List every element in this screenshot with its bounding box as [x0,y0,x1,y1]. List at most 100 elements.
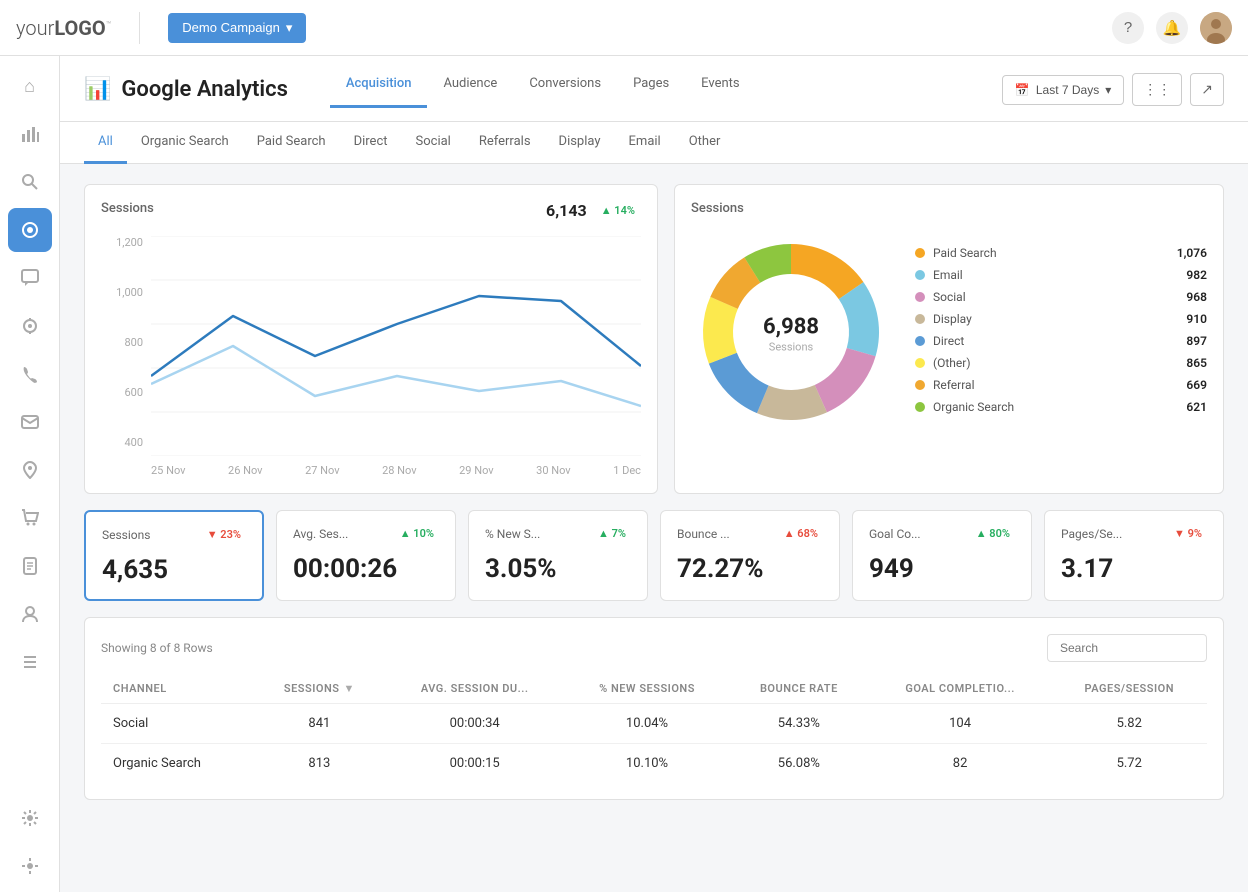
table-cell: 813 [254,744,384,784]
date-picker-button[interactable]: 📅 Last 7 Days ▾ [1002,75,1124,105]
help-button[interactable]: ? [1112,12,1144,44]
sidebar-item-home[interactable]: ⌂ [8,64,52,108]
charts-row: Sessions 6,143 ▲ 14% 1,2001,000800600400 [84,184,1224,494]
x-label: 25 Nov [151,464,185,477]
kpi-card[interactable]: Goal Co... ▲ 80% 949 [852,510,1032,601]
kpi-value: 00:00:26 [293,554,439,584]
y-label: 600 [101,386,143,399]
table-cell: 104 [869,704,1052,744]
sidebar-item-users[interactable] [8,592,52,636]
kpi-card[interactable]: % New S... ▲ 7% 3.05% [468,510,648,601]
kpi-card[interactable]: Bounce ... ▲ 68% 72.27% [660,510,840,601]
sub-tab-organic-search[interactable]: Organic Search [127,122,243,164]
kpi-card[interactable]: Sessions ▼ 23% 4,635 [84,510,264,601]
chart-value: 6,143 [546,201,587,220]
sidebar-item-list[interactable] [8,640,52,684]
sub-tab-direct[interactable]: Direct [340,122,402,164]
chart-view-button[interactable]: ⋮⋮ [1132,73,1182,106]
chart-trend: ▲ 14% [595,202,641,219]
x-label: 1 Dec [613,464,641,477]
kpi-value: 72.27% [677,554,823,584]
kpi-value: 4,635 [102,555,246,585]
table-column-header: BOUNCE RATE [729,674,869,704]
sidebar-item-phone[interactable] [8,352,52,396]
table-cell: 00:00:15 [384,744,564,784]
x-label: 30 Nov [536,464,570,477]
y-label: 1,200 [101,236,143,249]
kpi-row: Sessions ▼ 23% 4,635 Avg. Ses... ▲ 10% 0… [84,510,1224,601]
notifications-button[interactable]: 🔔 [1156,12,1188,44]
sub-tab-email[interactable]: Email [615,122,675,164]
y-label: 1,000 [101,286,143,299]
tab-audience[interactable]: Audience [427,72,513,108]
chart-title: Sessions [101,201,154,216]
legend-label: Display [933,312,972,326]
sidebar-item-pulse[interactable] [8,208,52,252]
table-cell: 00:00:34 [384,704,564,744]
sidebar-item-reports[interactable] [8,544,52,588]
donut-chart-header: Sessions [691,201,1207,216]
avatar-image [1200,12,1232,44]
legend-item: Referral 669 [915,378,1207,392]
sub-tab-referrals[interactable]: Referrals [465,122,545,164]
legend-item: Direct 897 [915,334,1207,348]
sidebar-item-location[interactable] [8,448,52,492]
page-header-top: 📊 Google Analytics AcquisitionAudienceCo… [84,72,1224,107]
sidebar-item-insights[interactable] [8,304,52,348]
x-label: 28 Nov [382,464,416,477]
table-cell: 54.33% [729,704,869,744]
tab-acquisition[interactable]: Acquisition [330,72,428,108]
sidebar: ⌂ [0,56,60,892]
sub-tab-all[interactable]: All [84,122,127,164]
sidebar-item-search[interactable] [8,160,52,204]
table-cell: 10.04% [565,704,729,744]
legend-item: Organic Search 621 [915,400,1207,414]
sub-tab-social[interactable]: Social [402,122,465,164]
table-column-header: CHANNEL [101,674,254,704]
kpi-label: Goal Co... [869,527,921,541]
x-label: 26 Nov [228,464,262,477]
legend-value: 621 [1186,400,1207,414]
tab-pages[interactable]: Pages [617,72,685,108]
sidebar-item-plugin[interactable] [8,796,52,840]
sidebar-item-analytics[interactable] [8,112,52,156]
demo-campaign-button[interactable]: Demo Campaign ▾ [168,13,306,43]
legend-dot [915,358,925,368]
sub-tab-display[interactable]: Display [545,122,615,164]
donut-segment [709,353,769,413]
chart-value-area: 6,143 ▲ 14% [546,201,641,220]
table-cell: 56.08% [729,744,869,784]
tab-conversions[interactable]: Conversions [513,72,617,108]
legend-item: Email 982 [915,268,1207,282]
donut-segment [703,297,738,364]
kpi-badge: ▲ 7% [593,525,631,542]
chart-y-labels: 1,2001,000800600400 [101,236,151,449]
sub-tab-other[interactable]: Other [675,122,735,164]
table-column-header: PAGES/SESSION [1052,674,1207,704]
kpi-card[interactable]: Pages/Se... ▼ 9% 3.17 [1044,510,1224,601]
logo-area: yourLOGO™ Demo Campaign ▾ [16,12,306,44]
chart-svg-area [151,236,641,460]
legend-dot [915,380,925,390]
kpi-card[interactable]: Avg. Ses... ▲ 10% 00:00:26 [276,510,456,601]
main-content: 📊 Google Analytics AcquisitionAudienceCo… [60,56,1248,820]
sub-tab-paid-search[interactable]: Paid Search [243,122,340,164]
table-head: CHANNELSESSIONS▼AVG. SESSION DU...% NEW … [101,674,1207,704]
avatar[interactable] [1200,12,1232,44]
sidebar-item-settings[interactable] [8,844,52,888]
nav-right: ? 🔔 [1112,12,1232,44]
sidebar-item-email[interactable] [8,400,52,444]
sidebar-item-chat[interactable] [8,256,52,300]
table-search-input[interactable] [1047,634,1207,662]
kpi-label: Bounce ... [677,527,730,541]
kpi-badge: ▼ 23% [202,526,246,543]
share-button[interactable]: ↗ [1190,73,1224,106]
tab-events[interactable]: Events [685,72,755,108]
table-column-header[interactable]: SESSIONS▼ [254,674,384,704]
table-column-header: AVG. SESSION DU... [384,674,564,704]
top-nav: yourLOGO™ Demo Campaign ▾ ? 🔔 [0,0,1248,56]
donut-center-value: 6,988 [763,314,819,340]
kpi-label: Sessions [102,528,150,542]
legend-item: Paid Search 1,076 [915,246,1207,260]
sidebar-item-cart[interactable] [8,496,52,540]
